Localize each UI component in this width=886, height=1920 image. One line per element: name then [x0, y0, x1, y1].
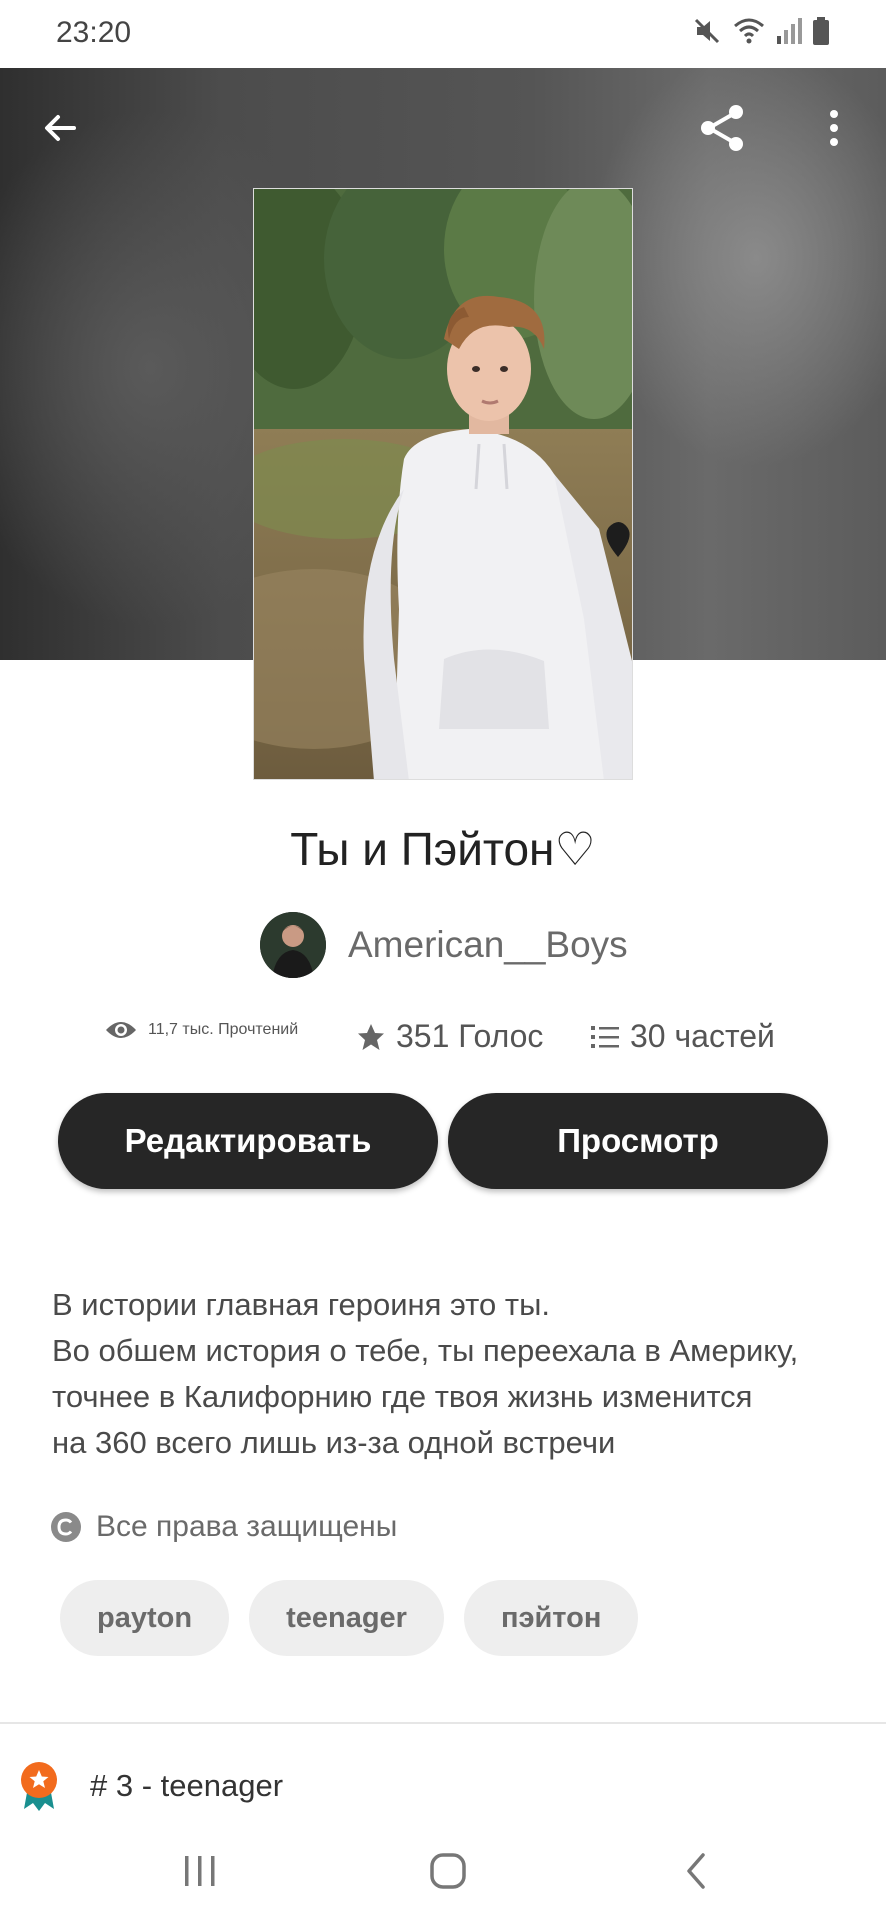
divider	[0, 1722, 886, 1724]
system-back-button[interactable]	[666, 1846, 726, 1896]
story-title: Ты и Пэйтон♡	[290, 823, 596, 875]
cover-photo	[254, 189, 632, 779]
home-icon	[430, 1853, 466, 1889]
mute-icon	[694, 18, 720, 44]
tag-list: payton teenager пэйтон	[60, 1580, 639, 1656]
description-line: Во обшем история о тебе, ты переехала в …	[52, 1333, 799, 1368]
chevron-left-icon	[687, 1853, 705, 1889]
more-options-button[interactable]	[802, 96, 866, 160]
view-button[interactable]: Просмотр	[448, 1093, 828, 1189]
tag-chip[interactable]: пэйтон	[463, 1580, 639, 1656]
reads-stat: 11,7 тыс. Прочтений	[104, 1018, 298, 1042]
parts-stat: 30 частей	[590, 1018, 775, 1055]
status-bar: 23:20	[0, 0, 886, 68]
copyright-icon	[51, 1512, 81, 1542]
more-vertical-icon	[830, 110, 838, 146]
list-icon	[591, 1025, 619, 1048]
wifi-icon	[734, 18, 764, 44]
description-line: точнее в Калифорнию где твоя жизнь измен…	[52, 1379, 753, 1414]
avatar-photo	[260, 912, 326, 978]
recent-apps-button[interactable]	[170, 1846, 230, 1896]
story-stats: 11,7 тыс. Прочтений 351 Голос 30 частей	[0, 1018, 886, 1062]
parts-count: 30 частей	[630, 1018, 775, 1054]
copyright-text: Все права защищены	[96, 1510, 398, 1543]
system-nav-bar	[0, 1826, 886, 1920]
author-link[interactable]: American__Boys	[260, 912, 628, 978]
eye-icon	[106, 1022, 136, 1038]
share-icon	[701, 105, 743, 151]
home-button[interactable]	[418, 1846, 478, 1896]
back-button[interactable]	[28, 96, 92, 160]
share-button[interactable]	[690, 96, 754, 160]
recent-apps-icon	[185, 1856, 215, 1886]
votes-stat: 351 Голос	[356, 1018, 543, 1055]
star-icon	[358, 1023, 384, 1050]
avatar	[260, 912, 326, 978]
rank-text: # 3 - teenager	[90, 1768, 284, 1803]
back-arrow-icon	[45, 115, 76, 141]
story-description: В истории главная героиня это ты. Во обш…	[52, 1282, 852, 1466]
votes-count: 351 Голос	[396, 1018, 544, 1054]
description-line: на 360 всего лишь из-за одной встречи	[52, 1425, 616, 1460]
status-icons	[692, 16, 830, 46]
rank-badge-icon	[21, 1762, 57, 1811]
tag-chip[interactable]: payton	[60, 1580, 230, 1656]
description-line: В истории главная героиня это ты.	[52, 1287, 550, 1322]
author-name: American__Boys	[348, 924, 628, 965]
reads-count: 11,7 тыс. Прочтений	[148, 1021, 299, 1038]
ranking-row[interactable]: # 3 - teenager	[18, 1756, 283, 1816]
story-cover-image[interactable]	[253, 188, 633, 780]
status-time: 23:20	[56, 16, 132, 49]
battery-icon	[813, 17, 829, 45]
tag-chip[interactable]: teenager	[249, 1580, 444, 1656]
edit-button[interactable]: Редактировать	[58, 1093, 438, 1189]
copyright-notice: Все права защищены	[50, 1510, 397, 1544]
signal-icon	[777, 18, 802, 44]
